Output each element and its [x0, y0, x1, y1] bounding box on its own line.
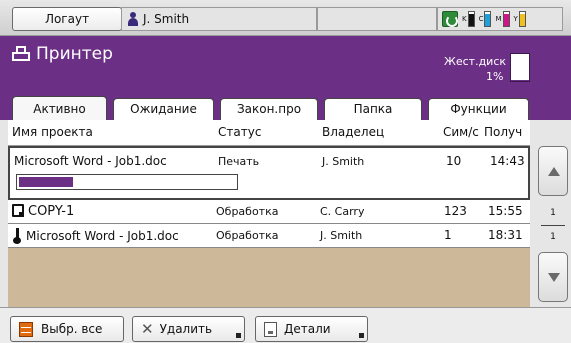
- disk-label: Жест.диск: [444, 55, 507, 68]
- user-icon: [128, 12, 138, 26]
- delete-label: Удалить: [159, 322, 213, 336]
- arrow-down-icon: [548, 273, 560, 282]
- tab-active[interactable]: Активно: [12, 96, 107, 120]
- job-name-cell: Microsoft Word - Job1.doc: [12, 228, 179, 244]
- job-count: 123: [444, 204, 467, 218]
- ink-bar-c: [484, 11, 492, 27]
- submenu-indicator-icon: [236, 333, 241, 338]
- ink-levels: K C M Y: [437, 7, 563, 31]
- page-current: 1: [550, 208, 556, 218]
- list-icon: [19, 321, 33, 337]
- refresh-icon[interactable]: [442, 11, 458, 27]
- ink-bar-k: [467, 11, 475, 27]
- tab-folder[interactable]: Папка: [324, 98, 422, 120]
- select-all-label: Выбр. все: [41, 322, 103, 336]
- disk-gauge-fill: [511, 80, 529, 81]
- job-status: Печать: [218, 155, 260, 168]
- table-row[interactable]: COPY-1 Обработка C. Carry 123 15:55: [8, 200, 530, 224]
- column-header-name: Имя проекта: [12, 125, 93, 139]
- user-info: J. Smith: [121, 7, 317, 31]
- copy-icon: [12, 204, 24, 217]
- page-title-text: Принтер: [36, 44, 113, 64]
- job-status: Обработка: [216, 205, 279, 218]
- job-name: COPY-1: [28, 204, 75, 219]
- details-button[interactable]: Детали: [255, 316, 368, 342]
- select-all-button[interactable]: Выбр. все: [10, 316, 124, 342]
- job-time: 18:31: [488, 228, 523, 242]
- ink-c: C: [479, 11, 492, 27]
- thermometer-icon: [12, 228, 22, 244]
- scroll-up-button[interactable]: [538, 146, 568, 196]
- ink-m: M: [495, 11, 510, 27]
- job-progress-fill: [19, 177, 73, 187]
- tab-completed[interactable]: Закон.про: [220, 98, 318, 120]
- column-header-owner: Владелец: [322, 125, 385, 139]
- arrow-up-icon: [548, 167, 560, 176]
- page-total: 1: [550, 232, 556, 242]
- job-owner: J. Smith: [322, 155, 365, 168]
- ink-bar-m: [502, 11, 510, 27]
- delete-button[interactable]: ✕ Удалить: [132, 316, 245, 342]
- ink-k: K: [462, 11, 475, 27]
- column-header-received: Получ: [484, 125, 523, 139]
- scroll-column: 1 1: [535, 120, 571, 307]
- table-row[interactable]: Microsoft Word - Job1.doc Обработка J. S…: [8, 224, 530, 248]
- column-header-status: Статус: [218, 125, 262, 139]
- disk-percent: 1%: [486, 70, 504, 83]
- page-title: Принтер: [12, 44, 113, 64]
- job-owner: J. Smith: [320, 229, 363, 242]
- bottom-toolbar: Выбр. все ✕ Удалить Детали: [0, 307, 571, 343]
- tab-waiting[interactable]: Ожидание: [113, 98, 214, 120]
- job-status: Обработка: [216, 229, 279, 242]
- ink-bar-y: [518, 11, 526, 27]
- submenu-indicator-icon: [359, 333, 364, 338]
- job-time: 14:43: [490, 154, 525, 168]
- job-table: Имя проекта Статус Владелец Сим/с Получ …: [8, 120, 530, 307]
- page-divider: [541, 225, 565, 226]
- user-name: J. Smith: [143, 12, 190, 26]
- job-name: Microsoft Word - Job1.doc: [26, 229, 179, 243]
- job-time: 15:55: [488, 204, 523, 218]
- status-message-area: [317, 7, 437, 31]
- job-list: Microsoft Word - Job1.doc Печать J. Smit…: [8, 145, 530, 307]
- job-count: 1: [444, 228, 452, 242]
- disk-gauge: [510, 53, 530, 82]
- job-owner: C. Carry: [320, 205, 365, 218]
- document-icon: [264, 321, 277, 337]
- job-name: Microsoft Word - Job1.doc: [14, 154, 167, 168]
- job-progress-bar: [16, 174, 238, 190]
- ink-y: Y: [514, 11, 526, 27]
- close-icon: ✕: [141, 320, 154, 338]
- job-name-cell: COPY-1: [12, 204, 74, 219]
- logout-button[interactable]: Логаут: [12, 7, 122, 31]
- scroll-down-button[interactable]: [538, 252, 568, 302]
- top-status-bar: Логаут J. Smith K C M Y: [0, 0, 571, 36]
- printer-icon: [12, 46, 30, 62]
- job-count: 10: [446, 154, 462, 168]
- details-label: Детали: [284, 322, 331, 336]
- column-header-count: Сим/с: [443, 125, 479, 139]
- tab-functions[interactable]: Функции: [428, 98, 529, 120]
- table-row[interactable]: Microsoft Word - Job1.doc Печать J. Smit…: [8, 146, 530, 200]
- page-header: Принтер Жест.диск 1% Активно Ожидание За…: [0, 36, 571, 120]
